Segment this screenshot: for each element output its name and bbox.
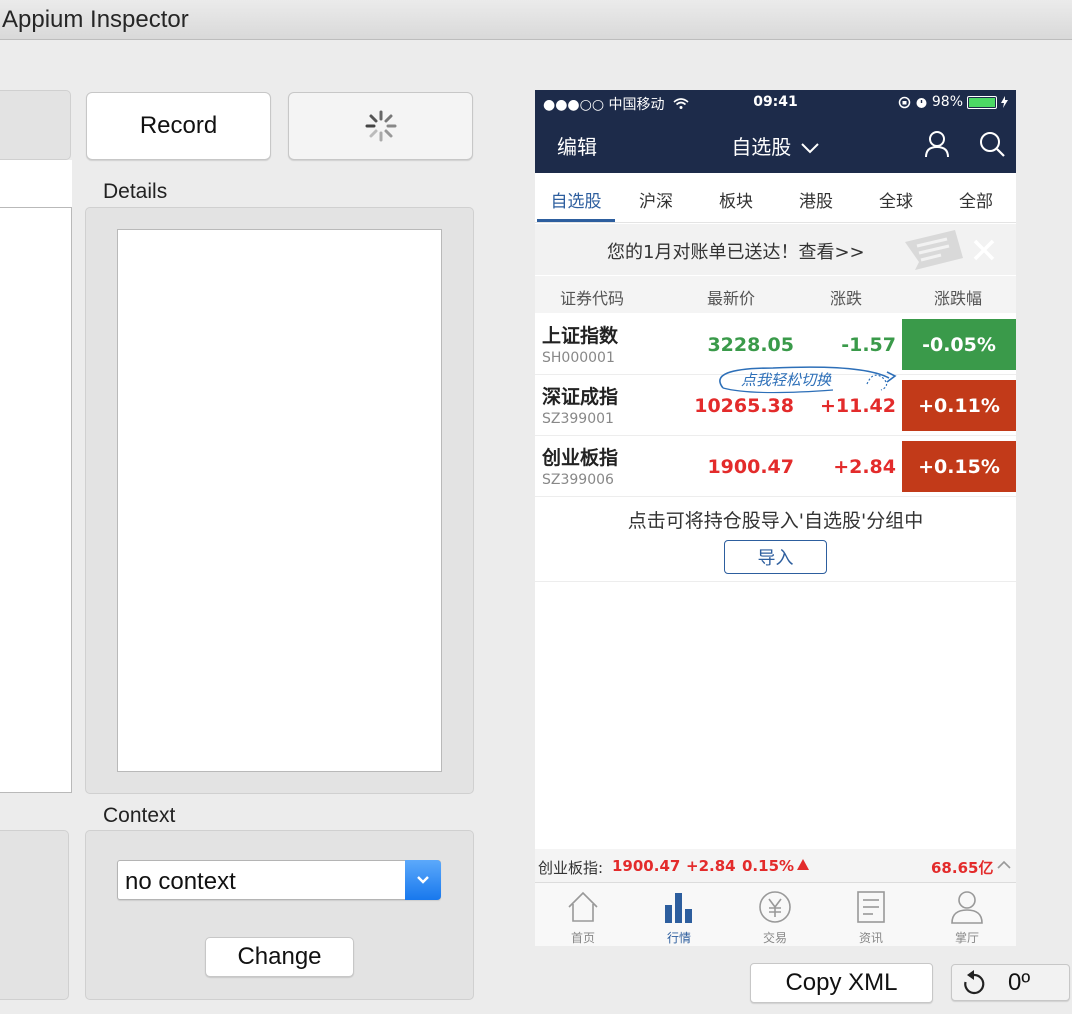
tabbar-news[interactable]: 资讯 (823, 883, 919, 946)
status-bar: ●●●○○ 中国移动 09:41 98% (535, 90, 1016, 116)
news-icon (857, 891, 885, 923)
swipe-hint: 点我轻松切换 (713, 362, 903, 396)
user-icon[interactable] (924, 130, 950, 158)
ticker-change: +2.84 (686, 857, 736, 875)
ticker-percent: 0.15% (742, 857, 795, 875)
left-bottom-panel (0, 830, 69, 1000)
column-change[interactable]: 涨跌 (830, 285, 862, 309)
active-tab-indicator (537, 219, 615, 222)
yuan-icon (759, 891, 791, 923)
stock-price: 3228.05 (707, 334, 794, 356)
stock-change: +2.84 (833, 456, 896, 478)
context-label: Context (103, 804, 176, 827)
banner-text: 您的1月对账单已送达！查看>> (607, 242, 865, 263)
tab-global[interactable]: 全球 (856, 187, 936, 212)
tabbar-label: 行情 (666, 931, 691, 945)
details-label: Details (103, 180, 168, 203)
status-right: 98% (898, 94, 1008, 110)
tabbar-home[interactable]: 首页 (535, 883, 631, 946)
stock-percent-badge[interactable]: +0.15% (902, 441, 1016, 492)
stock-code: SH000001 (542, 350, 615, 366)
change-context-button[interactable]: Change (205, 937, 354, 977)
chevron-down-icon[interactable] (405, 860, 441, 900)
rotation-value: 0º (1008, 968, 1031, 996)
window-titlebar: Appium Inspector (0, 0, 1072, 40)
tab-sectors[interactable]: 板块 (696, 187, 776, 212)
orientation-lock-icon (898, 96, 911, 108)
import-section: 点击可将持仓股导入'自选股'分组中 导入 (535, 500, 1016, 582)
stock-price: 1900.47 (707, 456, 794, 478)
record-button[interactable]: Record (86, 92, 271, 160)
stock-name: 上证指数 (542, 325, 619, 347)
tabbar-market[interactable]: 行情 (631, 883, 727, 946)
ticker-name: 创业板指: (538, 859, 604, 877)
stock-name: 创业板指 (542, 447, 619, 469)
swipe-hint-text: 点我轻松切换 (741, 371, 832, 389)
stock-percent-badge[interactable]: +0.11% (902, 380, 1016, 431)
message-icon (905, 230, 963, 270)
search-icon[interactable] (978, 130, 1006, 158)
battery-icon (967, 95, 997, 109)
battery-percent: 98% (931, 94, 963, 110)
ticker-price: 1900.47 (612, 857, 681, 875)
nav-title-text: 自选股 (731, 135, 792, 159)
refresh-button[interactable] (288, 92, 473, 160)
column-price[interactable]: 最新价 (707, 285, 755, 309)
market-tabs: 自选股 沪深 板块 港股 全球 全部 (535, 173, 1016, 223)
window-title: Appium Inspector (2, 6, 189, 33)
person-icon (951, 891, 983, 924)
tab-shanghai-shenzhen[interactable]: 沪深 (616, 187, 696, 212)
column-code[interactable]: 证券代码 (560, 285, 624, 309)
chevron-down-icon (800, 143, 819, 154)
rotate-button[interactable]: 0º (951, 964, 1070, 1001)
chevron-up-icon[interactable] (997, 860, 1011, 869)
bar-chart-icon (665, 893, 692, 923)
tab-watchlist[interactable]: 自选股 (536, 187, 616, 212)
context-select[interactable]: no context (117, 860, 441, 900)
tabbar-label: 首页 (570, 931, 595, 945)
import-button[interactable]: 导入 (724, 540, 827, 574)
app-navbar: ●●●○○ 中国移动 09:41 98% 编辑 自选股 (535, 90, 1016, 173)
context-select-value: no context (125, 868, 236, 895)
stock-code: SZ399006 (542, 472, 614, 488)
element-tree-list[interactable] (0, 207, 72, 793)
tab-hong-kong[interactable]: 港股 (776, 187, 856, 212)
stock-code: SZ399001 (542, 411, 614, 427)
element-tree-column[interactable] (0, 160, 72, 208)
charging-icon (1001, 96, 1008, 108)
tree-toolbar-panel (0, 90, 71, 160)
tabbar-label: 交易 (762, 931, 787, 945)
stock-name: 深证成指 (542, 386, 619, 408)
loading-spinner-icon (365, 110, 396, 142)
bottom-tab-bar: 首页 行情 交易 资讯 掌厅 (535, 882, 1016, 946)
stock-price: 10265.38 (694, 395, 794, 417)
tab-all[interactable]: 全部 (936, 187, 1016, 212)
stock-row[interactable]: 创业板指 SZ399006 1900.47 +2.84 +0.15% (535, 436, 1016, 497)
up-triangle-icon (797, 859, 809, 870)
rotate-icon (964, 969, 985, 994)
tabbar-account[interactable]: 掌厅 (919, 883, 1015, 946)
tabbar-label: 掌厅 (954, 931, 979, 945)
device-screenshot[interactable]: ●●●○○ 中国移动 09:41 98% 编辑 自选股 自选股 沪深 板块 港股… (535, 90, 1016, 946)
tabbar-label: 资讯 (858, 931, 883, 945)
statement-banner[interactable]: 您的1月对账单已送达！查看>> (535, 224, 1016, 275)
stock-change: -1.57 (841, 334, 896, 356)
details-table[interactable] (117, 229, 442, 772)
column-percent[interactable]: 涨跌幅 (934, 285, 982, 309)
close-icon[interactable] (972, 238, 996, 262)
index-ticker[interactable]: 创业板指: 1900.47 +2.84 0.15% 68.65亿 (535, 849, 1016, 882)
stock-change: +11.42 (819, 395, 896, 417)
stock-percent-badge[interactable]: -0.05% (902, 319, 1016, 370)
tabbar-trade[interactable]: 交易 (727, 883, 823, 946)
alarm-icon (916, 97, 927, 108)
ticker-volume: 68.65亿 (931, 859, 994, 877)
import-hint: 点击可将持仓股导入'自选股'分组中 (627, 510, 924, 532)
table-header: 证券代码 最新价 涨跌 涨跌幅 (535, 276, 1016, 313)
home-icon (568, 891, 598, 922)
copy-xml-button[interactable]: Copy XML (750, 963, 933, 1003)
